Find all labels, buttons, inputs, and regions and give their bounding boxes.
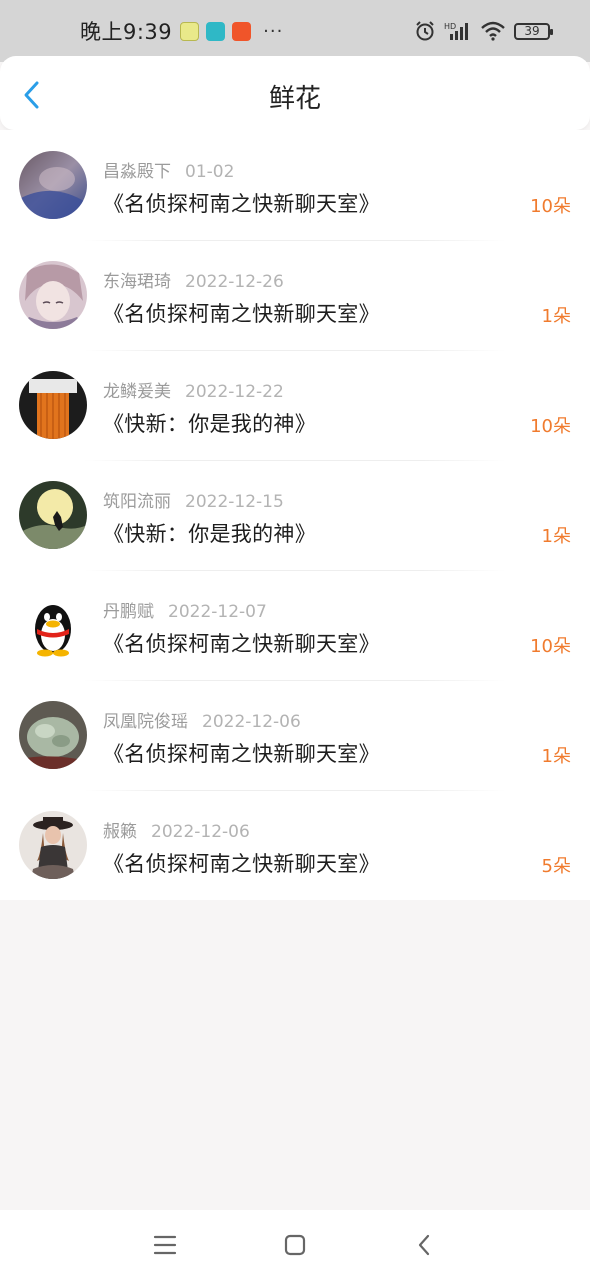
- avatar[interactable]: [19, 151, 87, 219]
- flower-count: 10朵: [530, 196, 571, 217]
- page-title: 鲜花: [268, 84, 321, 114]
- svg-text:HD: HD: [444, 22, 456, 31]
- sender-name[interactable]: 东海珺琦: [103, 272, 171, 292]
- sender-name[interactable]: 龙鳞爰美: [103, 382, 171, 402]
- avatar[interactable]: [19, 591, 87, 659]
- list-item[interactable]: 筑阳流丽 2022-12-15 《快新：你是我的神》 1朵: [0, 460, 590, 570]
- avatar[interactable]: [19, 701, 87, 769]
- sender-name[interactable]: 昌淼殿下: [103, 162, 171, 182]
- system-nav-bar: [0, 1210, 590, 1280]
- sender-meta: 昌淼殿下 01-02: [103, 157, 234, 182]
- avatar[interactable]: [19, 811, 87, 879]
- send-date: 2022-12-15: [185, 492, 284, 512]
- flower-count: 10朵: [530, 636, 571, 657]
- sender-meta: 赧籁 2022-12-06: [103, 817, 250, 842]
- wifi-icon: [481, 21, 505, 41]
- home-square-icon[interactable]: [280, 1230, 310, 1260]
- book-title[interactable]: 《名侦探柯南之快新聊天室》: [103, 848, 380, 878]
- sender-meta: 凤凰院俊瑶 2022-12-06: [103, 707, 301, 732]
- wechat-notify-icon: [180, 21, 200, 41]
- flower-count: 1朵: [541, 526, 571, 547]
- list-item[interactable]: 赧籁 2022-12-06 《名侦探柯南之快新聊天室》 5朵: [0, 790, 590, 900]
- sender-meta: 东海珺琦 2022-12-26: [103, 267, 284, 292]
- book-title[interactable]: 《快新：你是我的神》: [103, 518, 316, 548]
- flower-list: 昌淼殿下 01-02 《名侦探柯南之快新聊天室》 10朵 东海珺琦 2022-12-…: [0, 130, 590, 900]
- sender-name[interactable]: 筑阳流丽: [103, 492, 171, 512]
- sender-name[interactable]: 丹鹏赋: [103, 602, 154, 622]
- send-date: 2022-12-06: [151, 822, 250, 842]
- book-title[interactable]: 《快新：你是我的神》: [103, 408, 316, 438]
- menu-icon[interactable]: [150, 1230, 180, 1260]
- flower-count: 1朵: [541, 306, 571, 327]
- sender-meta: 筑阳流丽 2022-12-15: [103, 487, 284, 512]
- book-title[interactable]: 《名侦探柯南之快新聊天室》: [103, 298, 380, 328]
- notification-icons: [180, 21, 252, 41]
- flower-count: 10朵: [530, 416, 571, 437]
- book-title[interactable]: 《名侦探柯南之快新聊天室》: [103, 738, 380, 768]
- sender-name[interactable]: 凤凰院俊瑶: [103, 712, 188, 732]
- send-date: 2022-12-26: [185, 272, 284, 292]
- battery-icon: 39: [514, 22, 553, 40]
- header: 鲜花: [0, 56, 590, 130]
- book-title[interactable]: 《名侦探柯南之快新聊天室》: [103, 628, 380, 658]
- back-arrow-icon[interactable]: [410, 1230, 440, 1260]
- game-app-icon: [232, 21, 252, 41]
- list-item[interactable]: 凤凰院俊瑶 2022-12-06 《名侦探柯南之快新聊天室》 1朵: [0, 680, 590, 790]
- alarm-icon: [416, 21, 434, 41]
- status-time: 晚上9:39: [80, 20, 173, 44]
- hd-signal-icon: HD: [444, 22, 468, 40]
- sender-name[interactable]: 赧籁: [103, 822, 137, 842]
- sender-meta: 丹鹏赋 2022-12-07: [103, 597, 267, 622]
- list-item[interactable]: 丹鹏赋 2022-12-07 《名侦探柯南之快新聊天室》 10朵: [0, 570, 590, 680]
- list-item[interactable]: 龙鳞爰美 2022-12-22 《快新：你是我的神》 10朵: [0, 350, 590, 460]
- more-notifications-dots: ···: [263, 20, 284, 42]
- flower-count: 1朵: [541, 746, 571, 767]
- send-date: 2022-12-07: [168, 602, 267, 622]
- list-item[interactable]: 昌淼殿下 01-02 《名侦探柯南之快新聊天室》 10朵: [0, 130, 590, 240]
- send-date: 01-02: [185, 162, 235, 182]
- avatar[interactable]: [19, 371, 87, 439]
- status-bar: 晚上9:39 ··· HD 39: [0, 0, 590, 62]
- avatar[interactable]: [19, 481, 87, 549]
- status-right: HD 39: [414, 20, 553, 42]
- sender-meta: 龙鳞爰美 2022-12-22: [103, 377, 284, 402]
- home-app-icon: [206, 21, 226, 41]
- avatar[interactable]: [19, 261, 87, 329]
- list-item[interactable]: 东海珺琦 2022-12-26 《名侦探柯南之快新聊天室》 1朵: [0, 240, 590, 350]
- flower-count: 5朵: [541, 856, 571, 877]
- send-date: 2022-12-06: [202, 712, 301, 732]
- send-date: 2022-12-22: [185, 382, 284, 402]
- book-title[interactable]: 《名侦探柯南之快新聊天室》: [103, 188, 380, 218]
